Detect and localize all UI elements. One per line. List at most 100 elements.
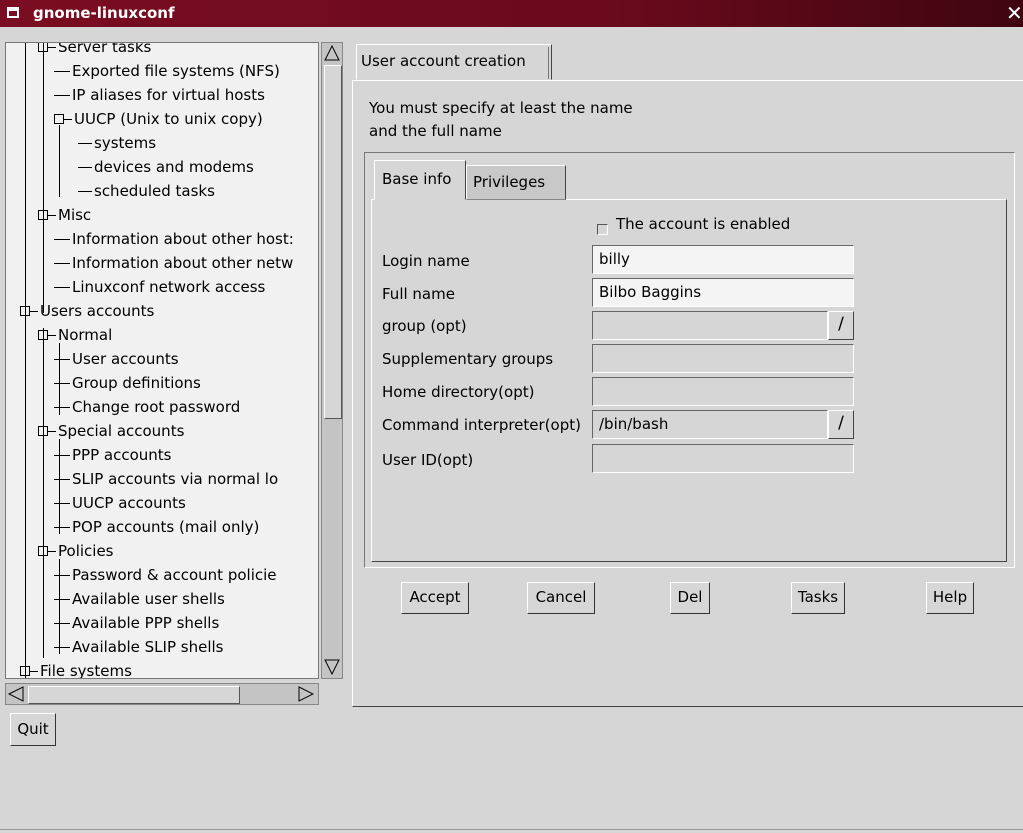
tree-item-label: Misc [58, 206, 92, 224]
tree-item-label: File systems [40, 662, 132, 679]
tasks-button[interactable]: Tasks [791, 582, 845, 614]
tree-item[interactable]: POP accounts (mail only) [54, 516, 318, 540]
vertical-scroll-thumb[interactable] [324, 65, 342, 419]
tree-connector [54, 383, 70, 384]
tree-item[interactable]: UUCP (Unix to unix copy) [54, 108, 318, 132]
tree-item-label: Normal [58, 326, 113, 344]
tree-item[interactable]: Group definitions [54, 372, 318, 396]
tree-item-label: Available user shells [72, 590, 225, 608]
tree-item-label: Group definitions [72, 374, 201, 392]
tree-item[interactable]: Normal [38, 324, 318, 348]
tree-item-label: Information about other netw [72, 254, 294, 272]
tree-connector [54, 71, 70, 72]
tree-item[interactable]: IP aliases for virtual hosts [54, 84, 318, 108]
tree-item[interactable]: PPP accounts [54, 444, 318, 468]
close-icon[interactable]: ✕ [1006, 1, 1023, 25]
tree-connector [54, 407, 70, 408]
tab-user-account-creation[interactable]: User account creation [356, 44, 552, 80]
tree-guide-line [59, 125, 60, 197]
tree-item[interactable]: User accounts [54, 348, 318, 372]
tree-item-label: devices and modems [94, 158, 254, 176]
tree-connector [54, 647, 70, 648]
tree-guide-line [43, 328, 44, 658]
scroll-right-icon[interactable] [298, 686, 314, 702]
tree-item[interactable]: systems [78, 132, 318, 156]
tree-item[interactable]: Policies [38, 540, 318, 564]
tree-item[interactable]: SLIP accounts via normal lo [54, 468, 318, 492]
navigation-tree[interactable]: Server tasks Exported file systems (NFS) I… [5, 42, 319, 679]
tree-expander-icon[interactable] [38, 329, 48, 340]
tree-connector [54, 599, 70, 600]
tree-connector [54, 359, 70, 360]
tree-item-label: systems [94, 134, 157, 152]
tree-connector [30, 671, 38, 672]
tree-item-label: POP accounts (mail only) [72, 518, 260, 536]
window-menu-icon[interactable] [7, 7, 19, 18]
tree-item-label: Change root password [72, 398, 241, 416]
tree-connector [54, 239, 70, 240]
tree-connector [54, 287, 70, 288]
tree-horizontal-scrollbar[interactable] [5, 683, 319, 705]
scroll-down-icon[interactable] [324, 659, 340, 675]
base-info-panel [371, 199, 1007, 562]
quit-button[interactable]: Quit [10, 713, 56, 746]
tree-connector [54, 527, 70, 528]
intro-text: You must specify at least the name and t… [369, 97, 729, 143]
tree-connector [48, 335, 56, 336]
tree-expander-icon[interactable] [20, 665, 30, 676]
tree-connector [78, 143, 92, 144]
status-bar [0, 829, 1023, 833]
tree-guide-line [43, 43, 44, 313]
window-title: gnome-linuxconf [33, 4, 175, 22]
tree-connector [54, 503, 70, 504]
intro-line-2: and the full name [369, 122, 502, 140]
tree-item[interactable]: Password & account policie [54, 564, 318, 588]
tree-item-label: Users accounts [40, 302, 155, 320]
tree-connector [54, 479, 70, 480]
delete-button[interactable]: Del [670, 582, 710, 614]
tree-expander-icon[interactable] [54, 113, 64, 124]
accept-button[interactable]: Accept [401, 582, 469, 614]
tree-item[interactable]: Linuxconf network access [54, 276, 318, 300]
tab-base-info[interactable]: Base info [374, 160, 466, 200]
tree-expander-icon[interactable] [38, 545, 48, 556]
tree-item-label: IP aliases for virtual hosts [72, 86, 265, 104]
tree-item[interactable]: Information about other host: [54, 228, 318, 252]
tree-item[interactable]: Users accounts [20, 300, 318, 324]
title-bar: gnome-linuxconf ✕ [0, 0, 1023, 27]
tree-connector [48, 47, 56, 48]
tree-connector [78, 167, 92, 168]
tree-item-label: Password & account policie [72, 566, 277, 584]
scroll-up-icon[interactable] [324, 45, 340, 61]
tree-item-label: Special accounts [58, 422, 185, 440]
tree-item[interactable]: Change root password [54, 396, 318, 420]
tree-item[interactable]: UUCP accounts [54, 492, 318, 516]
tree-expander-icon[interactable] [38, 209, 48, 220]
tree-expander-icon[interactable] [20, 305, 30, 316]
tree-item[interactable]: Information about other netw [54, 252, 318, 276]
tree-item[interactable]: Exported file systems (NFS) [54, 60, 318, 84]
tree-item[interactable]: Misc [38, 204, 318, 228]
tree-connector [78, 191, 92, 192]
tree-connector [48, 431, 56, 432]
tree-item[interactable]: devices and modems [78, 156, 318, 180]
tree-item[interactable]: Special accounts [38, 420, 318, 444]
cancel-button[interactable]: Cancel [527, 582, 595, 614]
scroll-left-icon[interactable] [8, 686, 24, 702]
tab-privileges[interactable]: Privileges [466, 165, 566, 200]
tree-item[interactable]: File systems [20, 660, 318, 679]
tree-item[interactable]: Available user shells [54, 588, 318, 612]
tree-item-label: Available PPP shells [72, 614, 220, 632]
tree-connector [48, 551, 56, 552]
tree-item[interactable]: scheduled tasks [78, 180, 318, 204]
tree-connector [54, 575, 70, 576]
tree-vertical-scrollbar[interactable] [321, 42, 343, 679]
tree-expander-icon[interactable] [38, 43, 48, 52]
tree-item-label: Policies [58, 542, 114, 560]
help-button[interactable]: Help [926, 582, 974, 614]
tree-item[interactable]: Available PPP shells [54, 612, 318, 636]
tree-item[interactable]: Available SLIP shells [54, 636, 318, 660]
tree-item[interactable]: Server tasks [38, 43, 318, 60]
tree-expander-icon[interactable] [38, 425, 48, 436]
horizontal-scroll-thumb[interactable] [28, 686, 240, 704]
